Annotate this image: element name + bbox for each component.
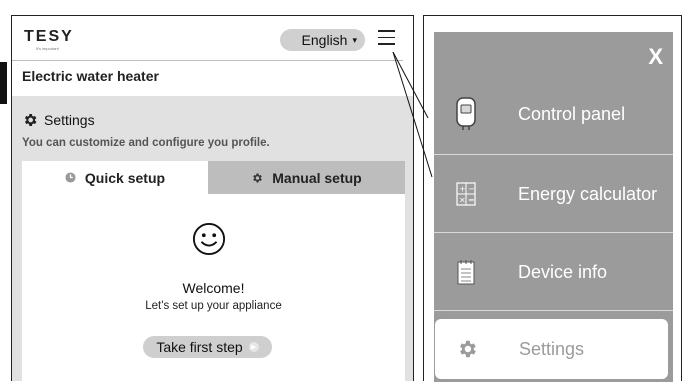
callout-lines: [392, 51, 433, 178]
